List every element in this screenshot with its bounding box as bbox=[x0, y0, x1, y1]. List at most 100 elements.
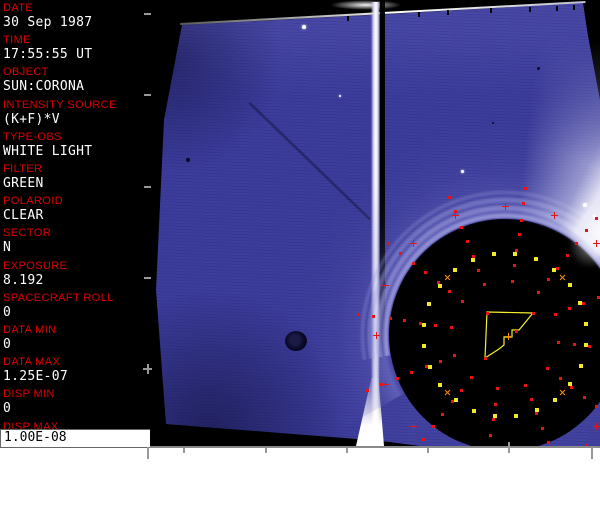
orange-x-mark bbox=[557, 387, 567, 397]
field-label: FILTER bbox=[3, 163, 43, 175]
yellow-grid-dot bbox=[427, 365, 432, 370]
red-grid-dot bbox=[556, 341, 560, 344]
red-grid-dot bbox=[477, 268, 481, 272]
red-grid-dot bbox=[587, 345, 591, 349]
field-date: DATE 30 Sep 1987 bbox=[3, 2, 149, 30]
field-intensity-source: INTENSITY SOURCE (K+F)*V bbox=[3, 99, 149, 127]
orange-x-mark bbox=[557, 273, 567, 283]
red-grid-dot bbox=[423, 271, 427, 275]
feature-vertex-dot bbox=[483, 356, 487, 360]
yellow-grid-dot bbox=[470, 257, 475, 262]
red-grid-dot bbox=[536, 290, 540, 294]
red-grid-dot bbox=[465, 239, 469, 243]
field-label: DATA MIN bbox=[3, 324, 57, 336]
yellow-grid-dot bbox=[421, 344, 426, 349]
field-value: 0 bbox=[3, 401, 12, 416]
red-plus-mark bbox=[452, 212, 460, 220]
red-plus-mark bbox=[501, 202, 509, 210]
red-plus-mark bbox=[410, 240, 418, 248]
disp-max-value-field[interactable]: 1.00E-08 bbox=[0, 429, 156, 448]
red-grid-dot bbox=[388, 317, 392, 321]
red-grid-dot bbox=[555, 266, 559, 270]
red-grid-dot bbox=[582, 301, 586, 305]
field-polaroid: POLAROID CLEAR bbox=[3, 195, 149, 223]
field-value: 0 bbox=[3, 305, 12, 320]
feature-vertex-dot bbox=[531, 311, 535, 315]
red-grid-dot bbox=[513, 264, 517, 268]
left-edge-tick bbox=[144, 277, 151, 279]
red-grid-dot bbox=[451, 400, 455, 404]
yellow-grid-dot bbox=[579, 363, 584, 368]
red-grid-dot bbox=[356, 312, 360, 316]
field-label: INTENSITY SOURCE bbox=[3, 99, 117, 111]
image-canvas[interactable] bbox=[150, 0, 600, 448]
field-value: SUN:CORONA bbox=[3, 79, 85, 94]
left-edge-cross bbox=[147, 364, 149, 374]
red-grid-dot bbox=[517, 233, 521, 237]
red-grid-dot bbox=[529, 398, 533, 402]
red-grid-dot bbox=[524, 186, 528, 190]
field-filter: FILTER GREEN bbox=[3, 163, 149, 191]
field-label: OBJECT bbox=[3, 66, 49, 78]
red-grid-dot bbox=[511, 280, 514, 284]
field-label: DATE bbox=[3, 2, 34, 14]
red-grid-dot bbox=[460, 300, 464, 304]
red-grid-dot bbox=[470, 376, 474, 380]
orange-x-mark bbox=[443, 387, 453, 397]
yellow-grid-dot bbox=[553, 397, 558, 402]
red-grid-dot bbox=[568, 307, 572, 311]
feature-vertex-dot bbox=[485, 311, 489, 315]
red-grid-dot bbox=[412, 262, 416, 266]
field-value: (K+F)*V bbox=[3, 112, 60, 127]
red-grid-dot bbox=[565, 253, 569, 257]
field-label: TYPE-OBS bbox=[3, 131, 62, 143]
viewer-body: DATE 30 Sep 1987 TIME 17:55:55 UT OBJECT SUN:… bbox=[0, 0, 600, 448]
field-data-min: DATA MIN 0 bbox=[3, 324, 149, 352]
field-value: CLEAR bbox=[3, 208, 44, 223]
red-grid-dot bbox=[448, 290, 452, 294]
yellow-grid-dot bbox=[437, 283, 442, 288]
field-disp-min: DISP MIN 0 bbox=[3, 388, 149, 416]
red-grid-dot bbox=[450, 325, 454, 329]
field-label: SECTOR bbox=[3, 227, 52, 239]
bottom-corner-tick bbox=[147, 447, 149, 459]
red-grid-dot bbox=[366, 388, 370, 392]
field-time: TIME 17:55:55 UT bbox=[3, 34, 149, 62]
red-plus-mark bbox=[592, 422, 600, 430]
yellow-grid-dot bbox=[453, 398, 458, 403]
field-label: SPACECRAFT ROLL bbox=[3, 292, 114, 304]
field-value: GREEN bbox=[3, 176, 44, 191]
footer-strip: HAO SMM Coronagraph 063127191255 bbox=[0, 448, 600, 512]
yellow-grid-dot bbox=[567, 282, 572, 287]
metadata-sidebar: DATE 30 Sep 1987 TIME 17:55:55 UT OBJECT SUN:… bbox=[0, 0, 156, 448]
red-grid-dot bbox=[541, 427, 545, 431]
red-grid-dot bbox=[436, 281, 440, 285]
field-label: DATA MAX bbox=[3, 356, 61, 368]
yellow-grid-dot bbox=[438, 383, 443, 388]
annotation-marks bbox=[150, 0, 600, 448]
red-grid-dot bbox=[535, 412, 539, 416]
red-plus-mark bbox=[592, 240, 600, 248]
yellow-grid-dot bbox=[452, 268, 457, 273]
red-grid-dot bbox=[438, 359, 442, 363]
field-label: TIME bbox=[3, 34, 31, 46]
bottom-edge-tick bbox=[346, 448, 348, 453]
red-grid-dot bbox=[585, 228, 589, 232]
feature-vertex-dot bbox=[514, 329, 518, 333]
red-grid-dot bbox=[441, 413, 445, 417]
field-spacecraft-roll: SPACECRAFT ROLL 0 bbox=[3, 292, 149, 320]
red-grid-dot bbox=[483, 283, 487, 287]
yellow-grid-dot bbox=[491, 251, 496, 256]
red-grid-dot bbox=[594, 404, 598, 408]
field-object: OBJECT SUN:CORONA bbox=[3, 66, 149, 94]
field-label: POLAROID bbox=[3, 195, 64, 207]
red-grid-dot bbox=[583, 395, 587, 399]
bottom-edge-tick bbox=[183, 448, 185, 453]
red-grid-dot bbox=[570, 385, 574, 389]
red-grid-dot bbox=[574, 242, 578, 246]
red-grid-dot bbox=[403, 319, 407, 323]
red-plus-mark bbox=[382, 380, 390, 388]
left-edge-tick bbox=[144, 13, 151, 15]
smm-coronagraph-viewer: DATE 30 Sep 1987 TIME 17:55:55 UT OBJECT SUN:… bbox=[0, 0, 600, 512]
red-grid-dot bbox=[419, 321, 423, 325]
